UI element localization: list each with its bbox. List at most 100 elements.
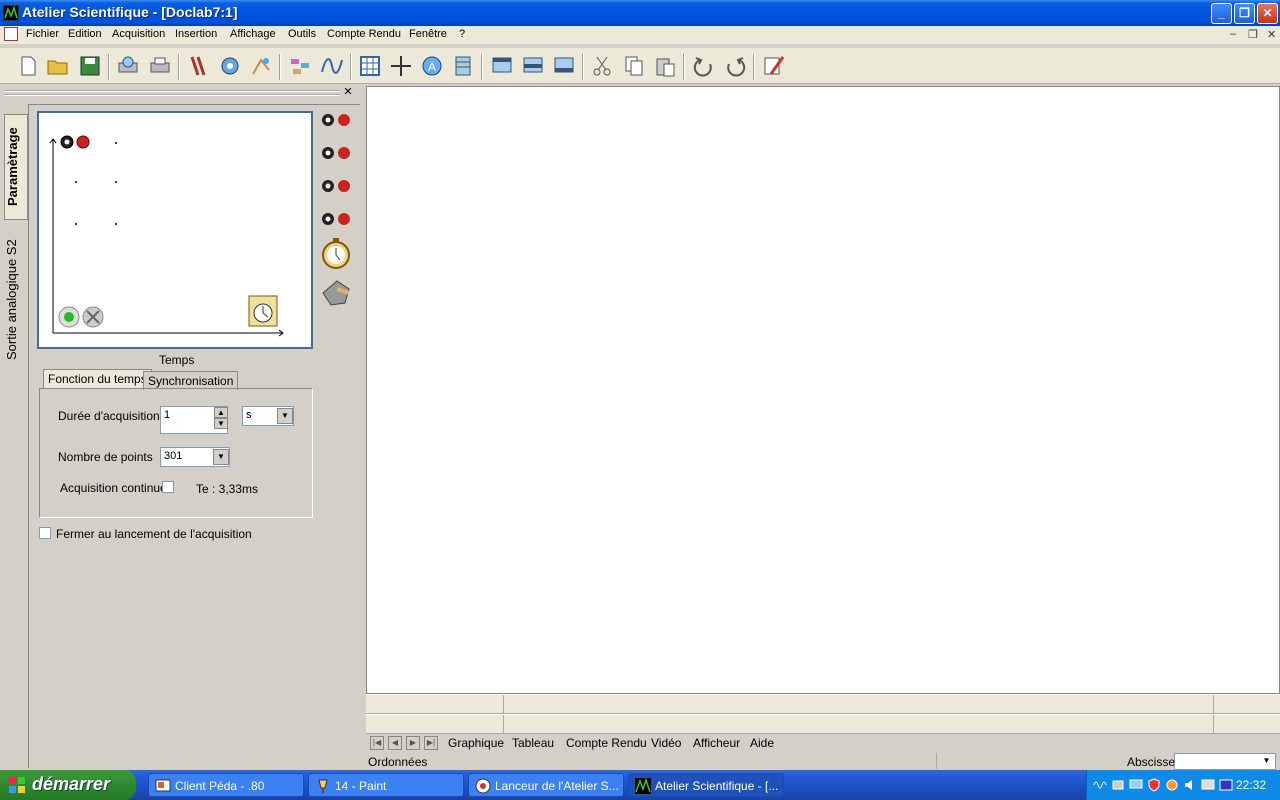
monitor-icon[interactable] bbox=[1129, 778, 1143, 792]
display-icon[interactable] bbox=[1201, 778, 1215, 792]
menu-fenetre[interactable]: Fenêtre bbox=[409, 28, 447, 40]
panel-grip[interactable] bbox=[4, 90, 340, 96]
gear-icon[interactable] bbox=[1165, 778, 1179, 792]
redo-icon[interactable] bbox=[723, 54, 747, 78]
clock: 22:32 bbox=[1235, 778, 1266, 792]
menu-edition[interactable]: Edition bbox=[68, 28, 102, 40]
connection-icon[interactable] bbox=[1111, 778, 1125, 792]
print-preview-icon[interactable] bbox=[116, 54, 140, 78]
network-wave-icon[interactable] bbox=[1093, 778, 1107, 792]
window-layout-3-icon[interactable] bbox=[552, 54, 576, 78]
chevron-down-icon[interactable]: ▼ bbox=[277, 408, 293, 424]
acquisition-preview[interactable] bbox=[37, 111, 313, 349]
tab-fonction-du-temps[interactable]: Fonction du temps bbox=[43, 369, 152, 388]
menu-help[interactable]: ? bbox=[459, 28, 465, 40]
chevron-down-icon[interactable]: ▼ bbox=[1259, 755, 1274, 768]
paste-icon[interactable] bbox=[653, 54, 677, 78]
prev-sheet-icon[interactable]: ◀ bbox=[388, 736, 402, 750]
menu-compte-rendu[interactable]: Compte Rendu bbox=[327, 28, 401, 40]
cut-icon[interactable] bbox=[590, 54, 614, 78]
channel-2-terminals-icon bbox=[322, 147, 350, 159]
bottom-bar: Ordonnées Abscisse ▼ bbox=[366, 752, 1280, 770]
menu-affichage[interactable]: Affichage bbox=[230, 28, 276, 40]
panel-close-icon[interactable]: ✕ bbox=[342, 86, 354, 98]
table-icon[interactable] bbox=[451, 54, 475, 78]
duree-label: Durée d'acquisition bbox=[58, 409, 160, 423]
tab-video[interactable]: Vidéo bbox=[651, 736, 681, 750]
acquisition-probe-icon[interactable] bbox=[186, 54, 210, 78]
red-terminal-icon bbox=[76, 135, 90, 149]
text-annotation-icon[interactable]: A bbox=[420, 54, 444, 78]
minimize-button[interactable]: _ bbox=[1211, 3, 1232, 24]
menu-insertion[interactable]: Insertion bbox=[175, 28, 217, 40]
atelier-icon bbox=[635, 778, 651, 794]
tab-graphique[interactable]: Graphique bbox=[448, 736, 504, 750]
mdi-close-icon[interactable]: ✕ bbox=[1267, 28, 1276, 41]
menu-fichier[interactable]: Fichier bbox=[26, 28, 59, 40]
te-readout: Te : 3,33ms bbox=[196, 482, 259, 496]
start-button[interactable]: démarrer bbox=[0, 770, 136, 800]
channel-icons bbox=[319, 113, 359, 316]
taskbar: démarrer Client Péda - .80 14 - Paint La… bbox=[0, 770, 1280, 800]
close-button[interactable]: ✕ bbox=[1257, 3, 1278, 24]
open-folder-icon[interactable] bbox=[46, 54, 70, 78]
tab-tableau[interactable]: Tableau bbox=[512, 736, 554, 750]
points-label: Nombre de points bbox=[58, 450, 153, 464]
abscisse-label: Abscisse bbox=[1127, 755, 1176, 769]
save-icon[interactable] bbox=[78, 54, 102, 78]
copy-icon[interactable] bbox=[622, 54, 646, 78]
time-axis-label: Temps bbox=[159, 353, 195, 367]
tab-sortie-analogique[interactable]: Sortie analogique S2 bbox=[4, 230, 28, 370]
curves-icon[interactable] bbox=[288, 54, 312, 78]
menu-acquisition[interactable]: Acquisition bbox=[112, 28, 165, 40]
lanceur-icon bbox=[475, 778, 491, 794]
ordonnees-label: Ordonnées bbox=[368, 755, 428, 769]
window-layout-1-icon[interactable] bbox=[490, 54, 514, 78]
first-sheet-icon[interactable]: |◀ bbox=[370, 736, 384, 750]
last-sheet-icon[interactable]: ▶| bbox=[424, 736, 438, 750]
title-bar[interactable]: Atelier Scientifique - [Doclab7:1] _ ❐ ✕ bbox=[0, 0, 1280, 26]
mdi-minimize-icon[interactable]: – bbox=[1230, 28, 1236, 40]
sensor-icon[interactable] bbox=[218, 54, 242, 78]
task-client-peda[interactable]: Client Péda - .80 bbox=[148, 773, 304, 797]
tab-aide[interactable]: Aide bbox=[750, 736, 774, 750]
keyboard-icon[interactable] bbox=[1219, 778, 1233, 792]
volume-icon[interactable] bbox=[1183, 778, 1197, 792]
modelisation-icon[interactable] bbox=[320, 54, 344, 78]
settings-wizard-icon[interactable] bbox=[762, 54, 786, 78]
spin-down-icon[interactable]: ▼ bbox=[214, 418, 228, 429]
channel-4-terminals-icon bbox=[322, 213, 350, 225]
task-atelier-scientifique[interactable]: Atelier Scientifique - [... bbox=[628, 773, 784, 797]
tab-afficheur[interactable]: Afficheur bbox=[693, 736, 740, 750]
hand-trigger-icon bbox=[322, 280, 350, 306]
new-file-icon[interactable] bbox=[16, 54, 40, 78]
calibration-icon[interactable] bbox=[249, 54, 273, 78]
chevron-down-icon[interactable]: ▼ bbox=[213, 449, 229, 465]
side-tabs: Paramètrage Sortie analogique S2 bbox=[4, 110, 28, 770]
tab-compte-rendu[interactable]: Compte Rendu bbox=[566, 736, 647, 750]
panel-body: Temps Fonction du temps Synchronisation … bbox=[28, 104, 360, 768]
continue-checkbox[interactable] bbox=[162, 481, 174, 493]
mdi-restore-icon[interactable]: ❐ bbox=[1248, 28, 1258, 41]
graph-area[interactable] bbox=[366, 86, 1280, 694]
crosshair-icon[interactable] bbox=[389, 54, 413, 78]
undo-icon[interactable] bbox=[692, 54, 716, 78]
svg-text:A: A bbox=[428, 60, 436, 74]
fermer-label: Fermer au lancement de l'acquisition bbox=[56, 527, 252, 541]
window-layout-2-icon[interactable] bbox=[521, 54, 545, 78]
restore-button[interactable]: ❐ bbox=[1234, 3, 1255, 24]
print-icon[interactable] bbox=[148, 54, 172, 78]
document-icon[interactable] bbox=[4, 27, 18, 41]
shield-icon[interactable] bbox=[1147, 778, 1161, 792]
task-lanceur[interactable]: Lanceur de l'Atelier S... bbox=[468, 773, 624, 797]
grid-icon[interactable] bbox=[358, 54, 382, 78]
task-paint[interactable]: 14 - Paint bbox=[308, 773, 464, 797]
fermer-checkbox[interactable] bbox=[39, 527, 51, 539]
next-sheet-icon[interactable]: ▶ bbox=[406, 736, 420, 750]
app-icon bbox=[3, 5, 19, 21]
tab-parametrage[interactable]: Paramètrage bbox=[4, 114, 28, 220]
stopwatch-icon bbox=[322, 238, 350, 269]
menu-outils[interactable]: Outils bbox=[288, 28, 316, 40]
parameters-panel: ✕ Paramètrage Sortie analogique S2 Temps… bbox=[0, 86, 362, 770]
spin-up-icon[interactable]: ▲ bbox=[214, 407, 228, 418]
